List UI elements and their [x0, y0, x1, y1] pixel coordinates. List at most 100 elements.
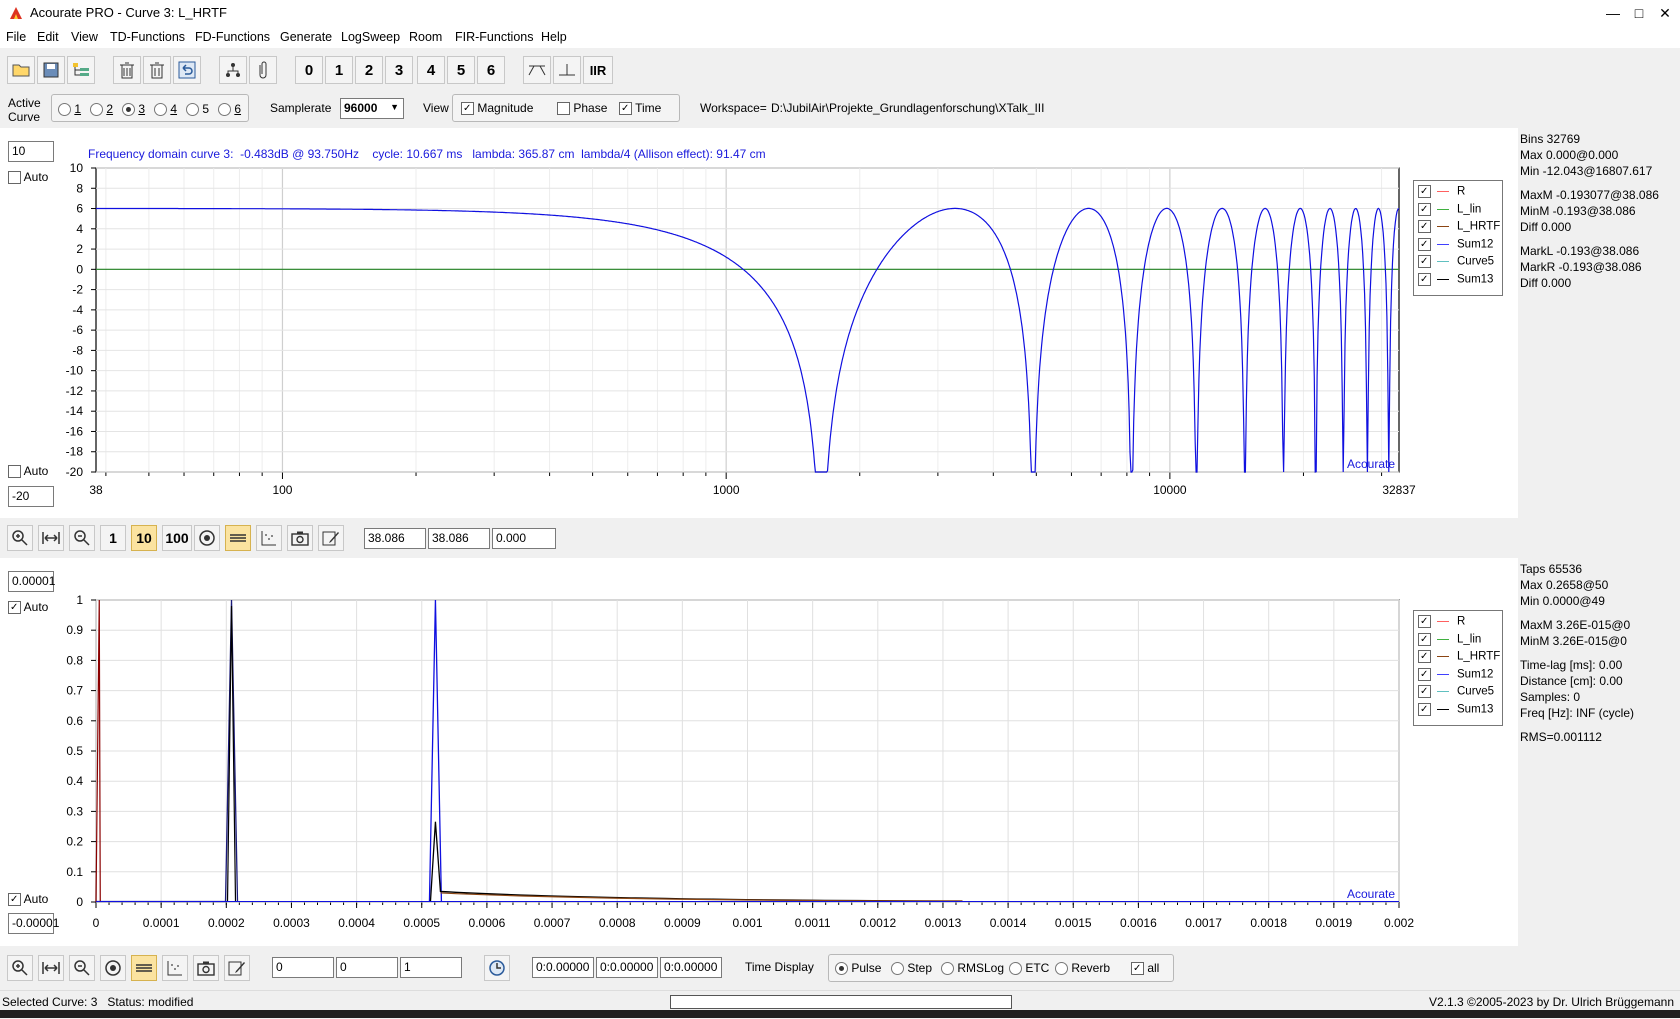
delete-button[interactable]: [143, 56, 171, 84]
legend-checkbox[interactable]: [1418, 237, 1431, 251]
display-etc-radio[interactable]: ETC: [1009, 961, 1049, 976]
view-magnitude-checkbox[interactable]: Magnitude: [461, 101, 533, 116]
scale-1-button[interactable]: 1: [100, 525, 126, 551]
curve-button-5[interactable]: 5: [447, 56, 475, 84]
curve-radio-1[interactable]: 1: [58, 102, 81, 117]
legend-checkbox[interactable]: [1418, 202, 1431, 216]
zoom-out-button[interactable]: [69, 525, 95, 551]
display-rmslog-radio[interactable]: RMSLog: [941, 961, 1004, 976]
curve-radio-3[interactable]: 3: [122, 102, 145, 117]
time-dots-button[interactable]: [162, 955, 188, 981]
time-mark-right-field[interactable]: 0:0.00000: [596, 957, 658, 978]
menu-file[interactable]: File: [6, 30, 26, 44]
legend-item[interactable]: Curve5: [1418, 685, 1494, 699]
fit-width-button[interactable]: [38, 525, 64, 551]
close-button[interactable]: ✕: [1654, 3, 1676, 23]
menu-edit[interactable]: Edit: [37, 30, 59, 44]
curve-button-1[interactable]: 1: [325, 56, 353, 84]
curve-button-4[interactable]: 4: [417, 56, 445, 84]
frequency-plot[interactable]: 10 8 6 4 2 0 -2 -4 -6 -8 -10 -12 -14 -16 -18 -20 38 100 10…: [0, 128, 1518, 518]
save-button[interactable]: [37, 56, 65, 84]
view-phase-checkbox[interactable]: Phase: [557, 101, 607, 116]
legend-item[interactable]: Curve5: [1418, 255, 1494, 269]
network-button[interactable]: [219, 56, 247, 84]
minimize-button[interactable]: —: [1602, 3, 1624, 23]
time-field-2[interactable]: 0: [336, 957, 398, 978]
legend-checkbox[interactable]: [1418, 632, 1431, 646]
time-grid-button[interactable]: [131, 955, 157, 981]
menu-generate[interactable]: Generate: [280, 30, 332, 44]
legend-checkbox[interactable]: [1418, 685, 1431, 698]
clock-button[interactable]: [484, 955, 510, 981]
filter-button[interactable]: [523, 56, 551, 84]
menu-help[interactable]: Help: [541, 30, 567, 44]
display-reverb-radio[interactable]: Reverb: [1055, 961, 1110, 976]
legend-item[interactable]: L_lin: [1418, 202, 1481, 217]
clip-button[interactable]: [249, 56, 277, 84]
legend-checkbox[interactable]: [1418, 650, 1431, 663]
camera-button[interactable]: [287, 525, 313, 551]
impulse-button[interactable]: [553, 56, 581, 84]
time-zoom-in-button[interactable]: [7, 955, 33, 981]
legend-item[interactable]: L_HRTF: [1418, 650, 1500, 664]
time-field-3[interactable]: 1: [400, 957, 462, 978]
legend-item[interactable]: R: [1418, 185, 1465, 199]
delete-all-button[interactable]: [113, 56, 141, 84]
legend-item[interactable]: Sum13: [1418, 272, 1493, 287]
legend-checkbox[interactable]: [1418, 272, 1431, 286]
legend-item[interactable]: Sum12: [1418, 667, 1493, 682]
display-pulse-radio[interactable]: Pulse: [835, 961, 881, 976]
view-time-checkbox[interactable]: Time: [619, 101, 661, 116]
curve-button-2[interactable]: 2: [355, 56, 383, 84]
iir-button[interactable]: IIR: [583, 56, 613, 84]
curve-radio-2[interactable]: 2: [90, 102, 113, 117]
legend-item[interactable]: L_lin: [1418, 632, 1481, 647]
curve-radio-4[interactable]: 4: [154, 102, 177, 117]
mark-diff-field[interactable]: 0.000: [492, 528, 556, 549]
zoom-in-button[interactable]: [7, 525, 33, 551]
curve-button-0[interactable]: 0: [295, 56, 323, 84]
maximize-button[interactable]: □: [1628, 3, 1650, 23]
edit-button[interactable]: [318, 525, 344, 551]
mark-left-field[interactable]: 38.086: [364, 528, 426, 549]
time-target-button[interactable]: [100, 955, 126, 981]
time-field-1[interactable]: 0: [272, 957, 334, 978]
legend-checkbox[interactable]: [1418, 667, 1431, 681]
curve-radio-6[interactable]: 6: [218, 102, 241, 117]
dots-button[interactable]: [256, 525, 282, 551]
legend-item[interactable]: L_HRTF: [1418, 220, 1500, 234]
scale-10-button[interactable]: 10: [131, 525, 157, 551]
legend-checkbox[interactable]: [1418, 185, 1431, 198]
menu-fir-functions[interactable]: FIR-Functions: [455, 30, 534, 44]
legend-checkbox[interactable]: [1418, 220, 1431, 233]
display-step-radio[interactable]: Step: [891, 961, 932, 976]
time-fit-width-button[interactable]: [38, 955, 64, 981]
menu-view[interactable]: View: [71, 30, 98, 44]
time-zoom-out-button[interactable]: [69, 955, 95, 981]
samplerate-select[interactable]: 96000 ▼: [340, 98, 404, 119]
legend-item[interactable]: Sum12: [1418, 237, 1493, 252]
display-all-checkbox[interactable]: all: [1131, 961, 1159, 976]
menu-room[interactable]: Room: [409, 30, 442, 44]
open-folder-button[interactable]: [7, 56, 35, 84]
legend-checkbox[interactable]: [1418, 255, 1431, 268]
curve-button-6[interactable]: 6: [477, 56, 505, 84]
time-mark-diff-field[interactable]: 0:0.00000: [660, 957, 722, 978]
menu-td-functions[interactable]: TD-Functions: [110, 30, 185, 44]
curve-button-3[interactable]: 3: [385, 56, 413, 84]
menu-logsweep[interactable]: LogSweep: [341, 30, 400, 44]
legend-checkbox[interactable]: [1418, 702, 1431, 716]
curve-radio-5[interactable]: 5: [186, 102, 209, 117]
undo-button[interactable]: [173, 56, 201, 84]
time-camera-button[interactable]: [193, 955, 219, 981]
legend-item[interactable]: Sum13: [1418, 702, 1493, 717]
time-mark-left-field[interactable]: 0:0.00000: [532, 957, 594, 978]
menu-fd-functions[interactable]: FD-Functions: [195, 30, 270, 44]
legend-item[interactable]: R: [1418, 615, 1465, 629]
scale-100-button[interactable]: 100: [162, 525, 192, 551]
target-button[interactable]: [194, 525, 220, 551]
tree-button[interactable]: [67, 56, 95, 84]
legend-checkbox[interactable]: [1418, 615, 1431, 628]
mark-right-field[interactable]: 38.086: [428, 528, 490, 549]
time-edit-button[interactable]: [224, 955, 250, 981]
